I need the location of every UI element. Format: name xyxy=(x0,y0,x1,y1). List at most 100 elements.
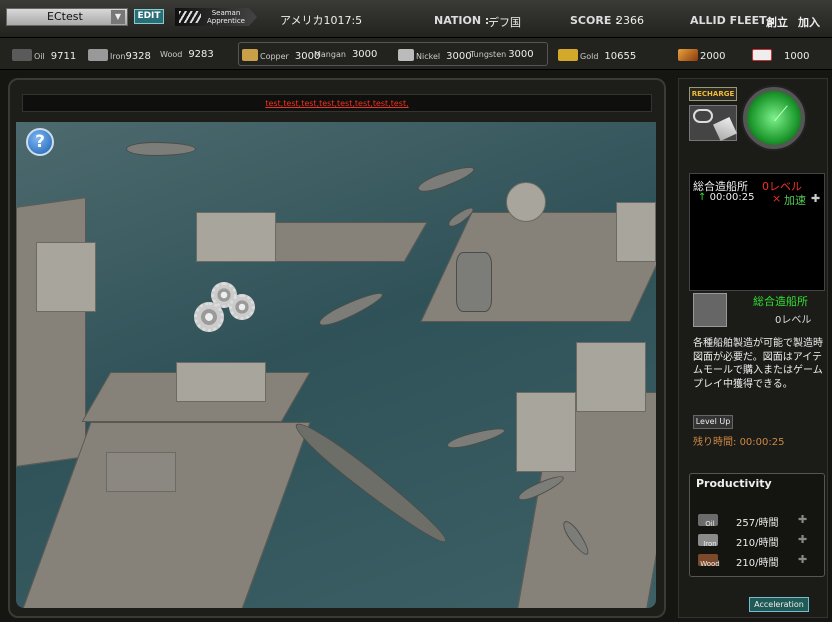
arrow-up-icon: ↑ xyxy=(698,192,707,203)
document-icon[interactable] xyxy=(713,117,737,141)
side-panel: RECHARGE 総合造船所 0レベル ↑ 00:00:25 × 加速 ✚ 総合… xyxy=(678,78,828,618)
recharge-button[interactable]: RECHARGE xyxy=(689,87,737,101)
warehouse-building[interactable] xyxy=(36,242,96,312)
acceleration-button[interactable]: Acceleration xyxy=(749,597,809,612)
nation-label: NATION : xyxy=(434,14,490,27)
chat-bubble-icon[interactable] xyxy=(693,109,713,123)
iron-icon xyxy=(88,49,108,61)
depot-building[interactable] xyxy=(106,452,176,492)
score-label: SCORE : xyxy=(570,14,620,27)
gold-value: 10655 xyxy=(604,51,637,62)
resource-copper: Copper 3000 xyxy=(242,49,320,62)
rank-stripes-icon xyxy=(179,11,201,23)
top-bar: ECtest ▼ EDIT Seaman Apprentice アメリカ1017… xyxy=(0,0,832,38)
boost-link[interactable]: 加速 xyxy=(784,192,806,208)
tungsten-value: 3000 xyxy=(508,49,534,60)
building-thumbnail xyxy=(693,293,727,327)
productivity-row: Oil 257/時間 ✚ xyxy=(690,512,826,530)
gear-icon[interactable] xyxy=(194,302,224,332)
harbor-scene[interactable]: ? xyxy=(16,122,656,608)
cancel-icon[interactable]: × xyxy=(772,192,781,205)
factory-building[interactable] xyxy=(196,212,276,262)
resource-mangan: Mangan 3000 xyxy=(314,49,377,60)
fleet-create-link[interactable]: 創立 xyxy=(766,14,788,30)
patrol-boat[interactable] xyxy=(415,162,477,196)
nickel-label: Nickel xyxy=(416,52,441,61)
productivity-value: 210/時間 xyxy=(736,558,779,569)
resource-item1: 2000 xyxy=(678,49,725,62)
tools-icon-box[interactable] xyxy=(689,105,737,141)
tungsten-label: Tungsten xyxy=(470,50,507,59)
radar-icon[interactable] xyxy=(743,87,805,149)
shipyard-office[interactable] xyxy=(176,362,266,402)
freighter[interactable] xyxy=(126,142,196,156)
remaining-label: 残り時間: xyxy=(693,437,737,448)
oil-label: Oil xyxy=(34,52,45,61)
productivity-value: 257/時間 xyxy=(736,518,779,529)
rank-line2: Apprentice xyxy=(207,17,245,25)
battleship[interactable] xyxy=(289,415,453,551)
productivity-label: Oil xyxy=(705,520,715,528)
queue-timer: ↑ 00:00:25 xyxy=(698,192,755,203)
iron-label: Iron xyxy=(110,52,126,61)
mangan-label: Mangan xyxy=(314,50,346,59)
oil-value: 9711 xyxy=(50,51,77,62)
player-name: ECtest xyxy=(47,10,83,23)
fleet-join-link[interactable]: 加入 xyxy=(798,14,820,30)
fleet-label: ALLID FLEET : xyxy=(690,14,775,27)
edit-button[interactable]: EDIT xyxy=(134,9,164,24)
iron-value: 9328 xyxy=(125,51,151,62)
gear-icon[interactable] xyxy=(229,294,255,320)
ticket-icon xyxy=(752,49,772,61)
building-name: 総合造船所 xyxy=(753,295,808,308)
location-text: アメリカ1017:5 xyxy=(280,14,363,27)
nickel-value: 3000 xyxy=(446,51,472,62)
resource-gold: Gold 10655 xyxy=(558,49,636,62)
plus-icon[interactable]: ✚ xyxy=(798,553,807,566)
storage-tank[interactable] xyxy=(506,182,546,222)
transport-ship[interactable] xyxy=(456,252,492,312)
game-viewport: test,test,test,test,test,test,test,test,… xyxy=(8,78,666,618)
level-up-button[interactable]: Level Up xyxy=(693,415,733,429)
mangan-value: 3000 xyxy=(351,49,378,60)
silo-building[interactable] xyxy=(616,202,656,262)
resource-tungsten: Tungsten 3000 xyxy=(470,49,534,60)
gold-label: Gold xyxy=(580,52,599,61)
crane-tower[interactable] xyxy=(516,392,576,472)
building-description: 各種船舶製造が可能で製造時図面が必要だ。図面はアイテムモールで購入またはゲームプ… xyxy=(693,338,823,390)
productivity-value: 210/時間 xyxy=(736,538,779,549)
score-value: 2366 xyxy=(616,14,644,27)
rank-text: Seaman Apprentice xyxy=(207,9,245,25)
wood-value: 9283 xyxy=(188,49,214,60)
copper-label: Copper xyxy=(260,52,289,61)
player-name-dropdown[interactable]: ECtest ▼ xyxy=(6,8,128,26)
remaining-time: 残り時間: 00:00:25 xyxy=(693,433,784,448)
item1-value: 2000 xyxy=(700,51,726,62)
resource-oil: Oil 9711 xyxy=(12,49,76,62)
oil-icon xyxy=(12,49,32,61)
cargo-ship[interactable] xyxy=(316,287,386,331)
resource-iron: Iron9328 xyxy=(88,49,151,62)
destroyer[interactable] xyxy=(445,424,507,452)
crate-icon xyxy=(678,49,698,61)
productivity-label: Wood xyxy=(700,560,720,568)
help-icon[interactable]: ? xyxy=(26,128,54,156)
plus-icon[interactable]: ✚ xyxy=(811,192,820,205)
news-ticker[interactable]: test,test,test,test,test,test,test,test, xyxy=(22,94,652,112)
building-level: 0レベル xyxy=(775,315,812,326)
harbor-building[interactable] xyxy=(576,342,646,412)
rank-badge: Seaman Apprentice xyxy=(175,8,257,26)
resource-nickel: Nickel 3000 xyxy=(398,49,472,62)
remaining-value: 00:00:25 xyxy=(739,437,785,448)
chevron-down-icon[interactable]: ▼ xyxy=(111,10,125,24)
productivity-title: Productivity xyxy=(696,477,772,490)
productivity-row: Iron 210/時間 ✚ xyxy=(690,532,826,550)
queue-time-value: 00:00:25 xyxy=(709,192,755,203)
plus-icon[interactable]: ✚ xyxy=(798,513,807,526)
build-queue: 総合造船所 0レベル ↑ 00:00:25 × 加速 ✚ xyxy=(689,173,825,291)
rank-line1: Seaman xyxy=(211,9,241,17)
dock-left xyxy=(16,197,86,467)
productivity-row: Wood 210/時間 ✚ xyxy=(690,552,826,570)
plus-icon[interactable]: ✚ xyxy=(798,533,807,546)
gold-bar-icon xyxy=(558,49,578,61)
